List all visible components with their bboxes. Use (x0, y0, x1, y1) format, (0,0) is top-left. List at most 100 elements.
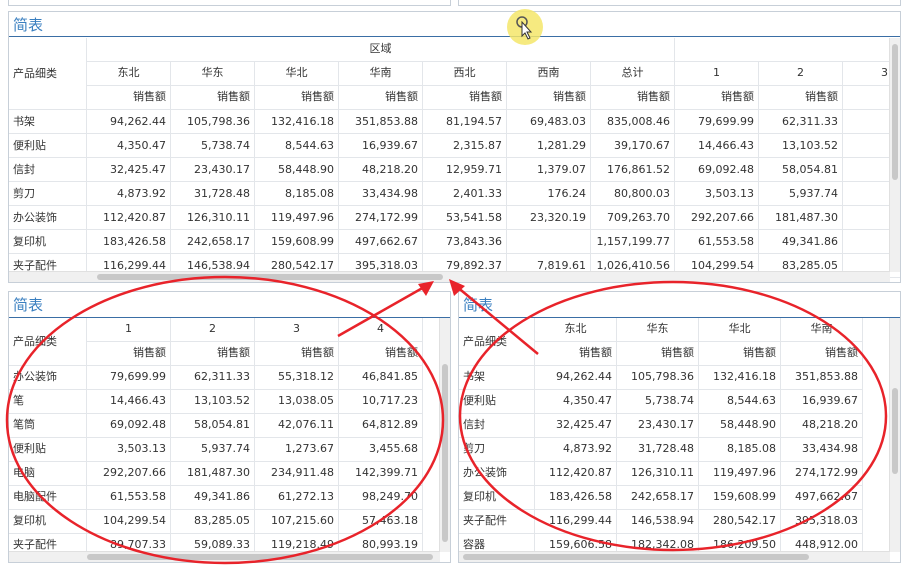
measure-header: 销售额 (781, 342, 863, 366)
row-label: 剪刀 (9, 182, 87, 206)
row-label: 复印机 (9, 230, 87, 254)
title-underline (9, 36, 900, 37)
row-label: 信封 (9, 158, 87, 182)
row-label: 复印机 (9, 510, 87, 534)
left-summary-panel: 简表 产品细类 1 销售额 2 销售额 3 销售额 4 销售额 办公装饰 79,699.99 62,3… (8, 291, 451, 563)
table-cell: 274,172.99 (339, 206, 423, 230)
measure-header: 销售额 (339, 86, 423, 110)
column-header: 华南 (781, 318, 863, 342)
table-cell: 58,054.81 (171, 414, 255, 438)
column-header: 西南 (507, 62, 591, 86)
vertical-scrollbar-thumb[interactable] (892, 44, 898, 180)
panel-title: 简表 (13, 16, 44, 34)
table-cell: 132,416.18 (255, 110, 339, 134)
table-cell: 14,466.43 (87, 390, 171, 414)
table-cell: 176.24 (507, 182, 591, 206)
vertical-scrollbar-thumb[interactable] (442, 364, 448, 542)
table-cell: 16,939.67 (781, 390, 863, 414)
table-cell: 31,728.48 (617, 438, 699, 462)
table-cell: 4,350.47 (87, 134, 171, 158)
row-label: 书架 (9, 110, 87, 134)
corner-label: 产品细类 (459, 318, 535, 366)
measure-header: 销售额 (87, 86, 171, 110)
vertical-scrollbar-thumb[interactable] (892, 388, 898, 474)
table-cell: 94,262.44 (87, 110, 171, 134)
measure-header: 销售额 (699, 342, 781, 366)
column-header: 华南 (339, 62, 423, 86)
vertical-scrollbar[interactable] (889, 318, 900, 552)
table-cell: 5,738.74 (617, 390, 699, 414)
horizontal-scrollbar[interactable] (459, 551, 890, 562)
table-cell: 69,092.48 (87, 414, 171, 438)
table-cell: 119,497.96 (255, 206, 339, 230)
column-header: 东北 (87, 62, 171, 86)
column-header: 东北 (535, 318, 617, 342)
column-header: 华北 (255, 62, 339, 86)
table-cell: 80,800.03 (591, 182, 675, 206)
table-cell: 4,873.92 (87, 182, 171, 206)
table-cell: 351,853.88 (781, 366, 863, 390)
table-cell: 61,553.58 (87, 486, 171, 510)
table-cell: 4,350.47 (535, 390, 617, 414)
table-cell: 55,318.12 (255, 366, 339, 390)
table-cell: 280,542.17 (699, 510, 781, 534)
table-cell: 12,959.71 (423, 158, 507, 182)
table-cell: 1,157,199.77 (591, 230, 675, 254)
table-cell: 23,320.19 (507, 206, 591, 230)
table-cell: 3,503.13 (87, 438, 171, 462)
table-cell: 116,299.44 (535, 510, 617, 534)
column-header: 1 (87, 318, 171, 342)
horizontal-scrollbar[interactable] (9, 271, 890, 282)
table-cell: 292,207.66 (87, 462, 171, 486)
panel-title: 简表 (463, 296, 494, 314)
table-cell: 176,861.52 (591, 158, 675, 182)
vertical-scrollbar[interactable] (439, 318, 450, 552)
table-cell: 58,054.81 (759, 158, 843, 182)
horizontal-scrollbar-thumb[interactable] (97, 274, 443, 280)
table-cell: 53,541.58 (423, 206, 507, 230)
table-cell: 274,172.99 (781, 462, 863, 486)
table-cell: 234,911.48 (255, 462, 339, 486)
table-cell: 61,553.58 (675, 230, 759, 254)
horizontal-scrollbar-thumb[interactable] (87, 554, 433, 560)
table-cell: 69,092.48 (675, 158, 759, 182)
column-header: 华东 (617, 318, 699, 342)
column-header: 4 (339, 318, 423, 342)
table-cell: 1,281.29 (507, 134, 591, 158)
table-cell: 126,310.11 (617, 462, 699, 486)
table-cell: 23,430.17 (617, 414, 699, 438)
table-cell: 94,262.44 (535, 366, 617, 390)
table-cell: 112,420.87 (535, 462, 617, 486)
table-cell: 107,215.60 (255, 510, 339, 534)
measure-header: 销售额 (255, 86, 339, 110)
vertical-scrollbar[interactable] (889, 38, 900, 272)
table-cell (507, 230, 591, 254)
table-cell: 159,608.99 (255, 230, 339, 254)
row-label: 便利贴 (9, 438, 87, 462)
table-cell: 835,008.46 (591, 110, 675, 134)
table-cell: 83,285.05 (171, 510, 255, 534)
table-cell: 32,425.47 (87, 158, 171, 182)
row-label: 电脑配件 (9, 486, 87, 510)
table-cell: 62,311.33 (759, 110, 843, 134)
table-cell: 33,434.98 (781, 438, 863, 462)
row-label: 便利贴 (9, 134, 87, 158)
table-cell: 5,738.74 (171, 134, 255, 158)
region-header-spacer (675, 38, 900, 62)
table-cell: 126,310.11 (171, 206, 255, 230)
table-cell: 31,728.48 (171, 182, 255, 206)
table-cell: 351,853.88 (339, 110, 423, 134)
table-cell: 104,299.54 (87, 510, 171, 534)
table-cell: 62,311.33 (171, 366, 255, 390)
horizontal-scrollbar[interactable] (9, 551, 440, 562)
horizontal-scrollbar-thumb[interactable] (463, 554, 809, 560)
previous-panel-strip-right (458, 0, 901, 6)
column-header: 2 (759, 62, 843, 86)
measure-header: 销售额 (759, 86, 843, 110)
column-header: 3 (255, 318, 339, 342)
table-cell: 497,662.67 (339, 230, 423, 254)
table-cell: 8,185.08 (699, 438, 781, 462)
measure-header: 销售额 (87, 342, 171, 366)
table-cell: 69,483.03 (507, 110, 591, 134)
table-cell: 13,103.52 (759, 134, 843, 158)
